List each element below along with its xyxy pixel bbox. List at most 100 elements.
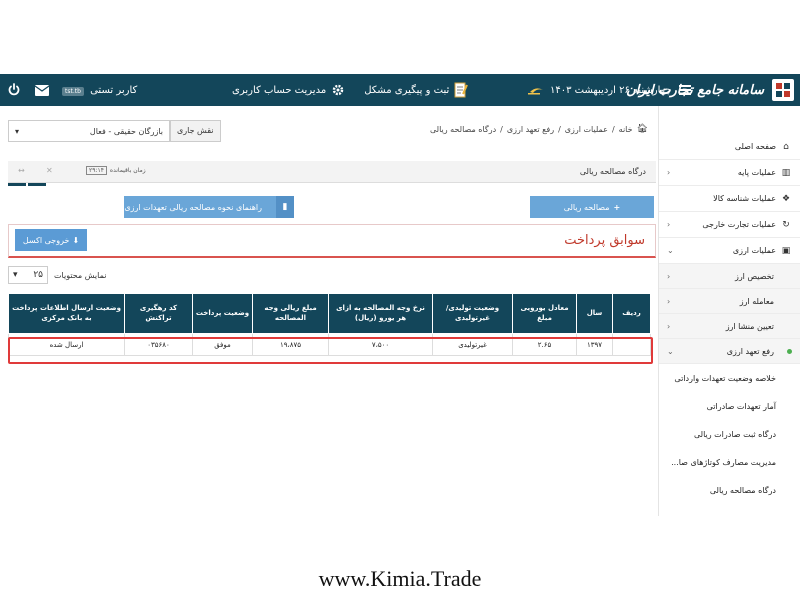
sidebar-leaf-label: مدیریت مصارف کوتاژهای صا... (671, 457, 776, 467)
chevron-left-icon: ‹ (667, 168, 671, 177)
breadcrumb-item-currency-commitment[interactable]: رفع تعهد ارزی (507, 125, 554, 134)
table-cell: ۱۳۹۷ (576, 333, 613, 356)
table-cell: ۷،۵۰۰ (328, 333, 433, 356)
page-size-value: ۲۵ (33, 270, 43, 280)
sidebar-item-currency-ops[interactable]: ▣ عملیات ارزی ⌄ (659, 238, 800, 264)
sidebar-subitem-label: رفع تعهد ارزی (726, 346, 774, 356)
table-cell: موفق (192, 333, 253, 356)
notepad-icon (453, 82, 469, 98)
role-selector: نقش جاری بازرگان حقیقی - فعال ▾ (8, 119, 221, 143)
issue-tracking-link[interactable]: ثبت و پیگیری مشکل (364, 85, 449, 96)
table-cell: غیرتولیدی (432, 333, 513, 356)
sidebar-subitem-currency-allocation[interactable]: تخصیص ارز ‹ (659, 264, 800, 289)
sidebar-leaf-cottage-usage[interactable]: مدیریت مصارف کوتاژهای صا... (659, 448, 800, 476)
breadcrumb: 🏠︎ خانه / عملیات ارزی / رفع تعهد ارزی / … (430, 124, 648, 134)
user-menu[interactable]: tst.tb کاربر تستی (62, 85, 137, 96)
sidebar-subitem-label: معامله ارز (739, 296, 774, 306)
active-dot-icon (787, 348, 792, 354)
sidebar-leaf-label: درگاه ثبت صادرات ریالی (693, 429, 776, 439)
table-cell (612, 333, 651, 356)
excel-export-label: خروجی اکسل (22, 235, 70, 245)
sidebar-item-label: عملیات شناسه کالا (713, 194, 776, 203)
site-logo[interactable] (772, 79, 794, 101)
sidebar-item-foreign-trade-ops[interactable]: ↻ عملیات تجارت خارجی ‹ (659, 212, 800, 238)
top-navbar: tst.tb کاربر تستی مدیریت حساب کاربری ثبت… (0, 74, 800, 106)
excel-export-button[interactable]: ⬇ خروجی اکسل (15, 229, 87, 251)
role-label: نقش جاری (170, 120, 221, 142)
sidebar-subitem-label: تخصیص ارز (734, 271, 774, 281)
plus-icon: + (613, 202, 621, 212)
column-header[interactable]: وضعیت پرداخت (192, 293, 253, 334)
chart-icon: ▥ (781, 167, 791, 178)
table-header-row: ردیف سال معادل یورویی مبلغ وضعیت تولیدی/… (8, 293, 651, 334)
column-header[interactable]: مبلغ ریالی وجه المصالحه (252, 293, 329, 334)
column-header[interactable]: نرخ وجه المصالحه به ازای هر یورو (ریال) (328, 293, 433, 334)
sidebar-leaf-label: خلاصه وضعیت تعهدات وارداتی (674, 373, 776, 383)
site-logo-text: سامانه جامع تجارت ایران (626, 82, 764, 98)
column-header[interactable]: کد رهگیری تراکنش (124, 293, 193, 334)
role-dropdown[interactable]: بازرگان حقیقی - فعال ▾ (8, 120, 170, 142)
sidebar-leaf-label: آمار تعهدات صادراتی (706, 401, 776, 411)
payment-history-panel: سوابق پرداخت ⬇ خروجی اکسل (8, 224, 656, 258)
sidebar-leaf-rial-export-gate[interactable]: درگاه ثبت صادرات ریالی (659, 420, 800, 448)
sidebar-leaf-import-commitments[interactable]: خلاصه وضعیت تعهدات وارداتی (659, 364, 800, 392)
sidebar-subitem-label: تعیین منشا ارز (725, 321, 774, 331)
chevron-left-icon: ‹ (667, 321, 671, 331)
tab-accent (8, 183, 48, 186)
chevron-left-icon: ‹ (667, 296, 671, 306)
sidebar-subitem-currency-commitment[interactable]: رفع تعهد ارزی ⌄ (659, 339, 800, 364)
sidebar-item-label: صفحه اصلی (734, 142, 776, 151)
table-cell: ۲.۶۵ (512, 333, 577, 356)
user-name: کاربر تستی (90, 84, 138, 96)
download-icon: ⬇ (72, 235, 80, 245)
sidebar-leaf-label: درگاه مصالحه ریالی (709, 485, 776, 495)
gate-title: درگاه مصالحه ریالی (579, 167, 646, 176)
gate-header-bar: درگاه مصالحه ریالی زمان باقیمانده ۲۹:۱۴ … (8, 161, 656, 183)
power-icon[interactable] (6, 82, 22, 98)
money-icon: ▣ (781, 245, 791, 256)
document-icon: ▮ (276, 196, 294, 218)
column-header[interactable]: وضعیت تولیدی/ غیرتولیدی (432, 293, 513, 334)
timer-label: زمان باقیمانده (109, 167, 146, 174)
sidebar-item-label: عملیات پایه (737, 168, 776, 177)
settlement-guide-button[interactable]: ▮ راهنمای نحوه مصالحه ریالی تعهدات ارزی (124, 196, 294, 218)
chevron-down-icon: ▾ (13, 270, 18, 280)
sidebar-item-label: عملیات تجارت خارجی (702, 220, 776, 229)
column-header[interactable]: سال (576, 293, 613, 334)
breadcrumb-item-currency-ops[interactable]: عملیات ارزی (565, 125, 608, 134)
role-value: بازرگان حقیقی - فعال (89, 126, 163, 136)
user-badge: tst.tb (62, 86, 84, 96)
moon-icon (528, 82, 544, 98)
rial-settlement-button[interactable]: + مصالحه ریالی (530, 196, 654, 218)
session-timer: زمان باقیمانده ۲۹:۱۴ (86, 166, 146, 175)
home-icon: ⌂ (783, 141, 789, 152)
sidebar-subitem-currency-origin[interactable]: تعیین منشا ارز ‹ (659, 314, 800, 339)
chevron-down-icon: ⌄ (667, 346, 674, 356)
account-management-link[interactable]: مدیریت حساب کاربری (232, 85, 326, 96)
sidebar-item-goods-id-ops[interactable]: ❖ عملیات شناسه کالا (659, 186, 800, 212)
envelope-icon[interactable] (34, 82, 50, 98)
payment-history-title: سوابق پرداخت (564, 233, 645, 248)
cubes-icon: ❖ (781, 193, 791, 204)
sidebar: ⌂ صفحه اصلی ▥ عملیات پایه ‹ ❖ عملیات شنا… (658, 106, 800, 516)
chevron-left-icon: ‹ (667, 220, 671, 229)
sidebar-leaf-rial-settlement-gate[interactable]: درگاه مصالحه ریالی (659, 476, 800, 504)
sidebar-subitem-currency-trade[interactable]: معامله ارز ‹ (659, 289, 800, 314)
column-header[interactable]: معادل یورویی مبلغ (512, 293, 577, 334)
sidebar-item-basic-ops[interactable]: ▥ عملیات پایه ‹ (659, 160, 800, 186)
sidebar-item-home[interactable]: ⌂ صفحه اصلی (659, 134, 800, 160)
refresh-icon: ↻ (782, 219, 790, 230)
breadcrumb-item-home[interactable]: خانه (619, 125, 633, 134)
column-header[interactable]: ردیف (612, 293, 651, 334)
sidebar-item-label: عملیات ارزی (732, 246, 776, 255)
resize-icon[interactable]: ↔ (18, 166, 25, 175)
chevron-left-icon: ‹ (667, 271, 671, 281)
column-header[interactable]: وضعیت ارسال اطلاعات پرداخت به بانک مرکزی (8, 293, 125, 334)
close-icon[interactable]: ✕ (46, 166, 53, 175)
table-row[interactable]: ۱۳۹۷ ۲.۶۵ غیرتولیدی ۷،۵۰۰ ۱۹،۸۷۵ موفق ۰۳… (8, 333, 651, 356)
chevron-down-icon: ⌄ (667, 246, 674, 255)
table-cell: ۰۳۵۶۸۰ (124, 333, 193, 356)
chevron-down-icon: ▾ (15, 126, 20, 136)
page-size-select[interactable]: ۲۵ ▾ (8, 266, 48, 284)
sidebar-leaf-export-stats[interactable]: آمار تعهدات صادراتی (659, 392, 800, 420)
